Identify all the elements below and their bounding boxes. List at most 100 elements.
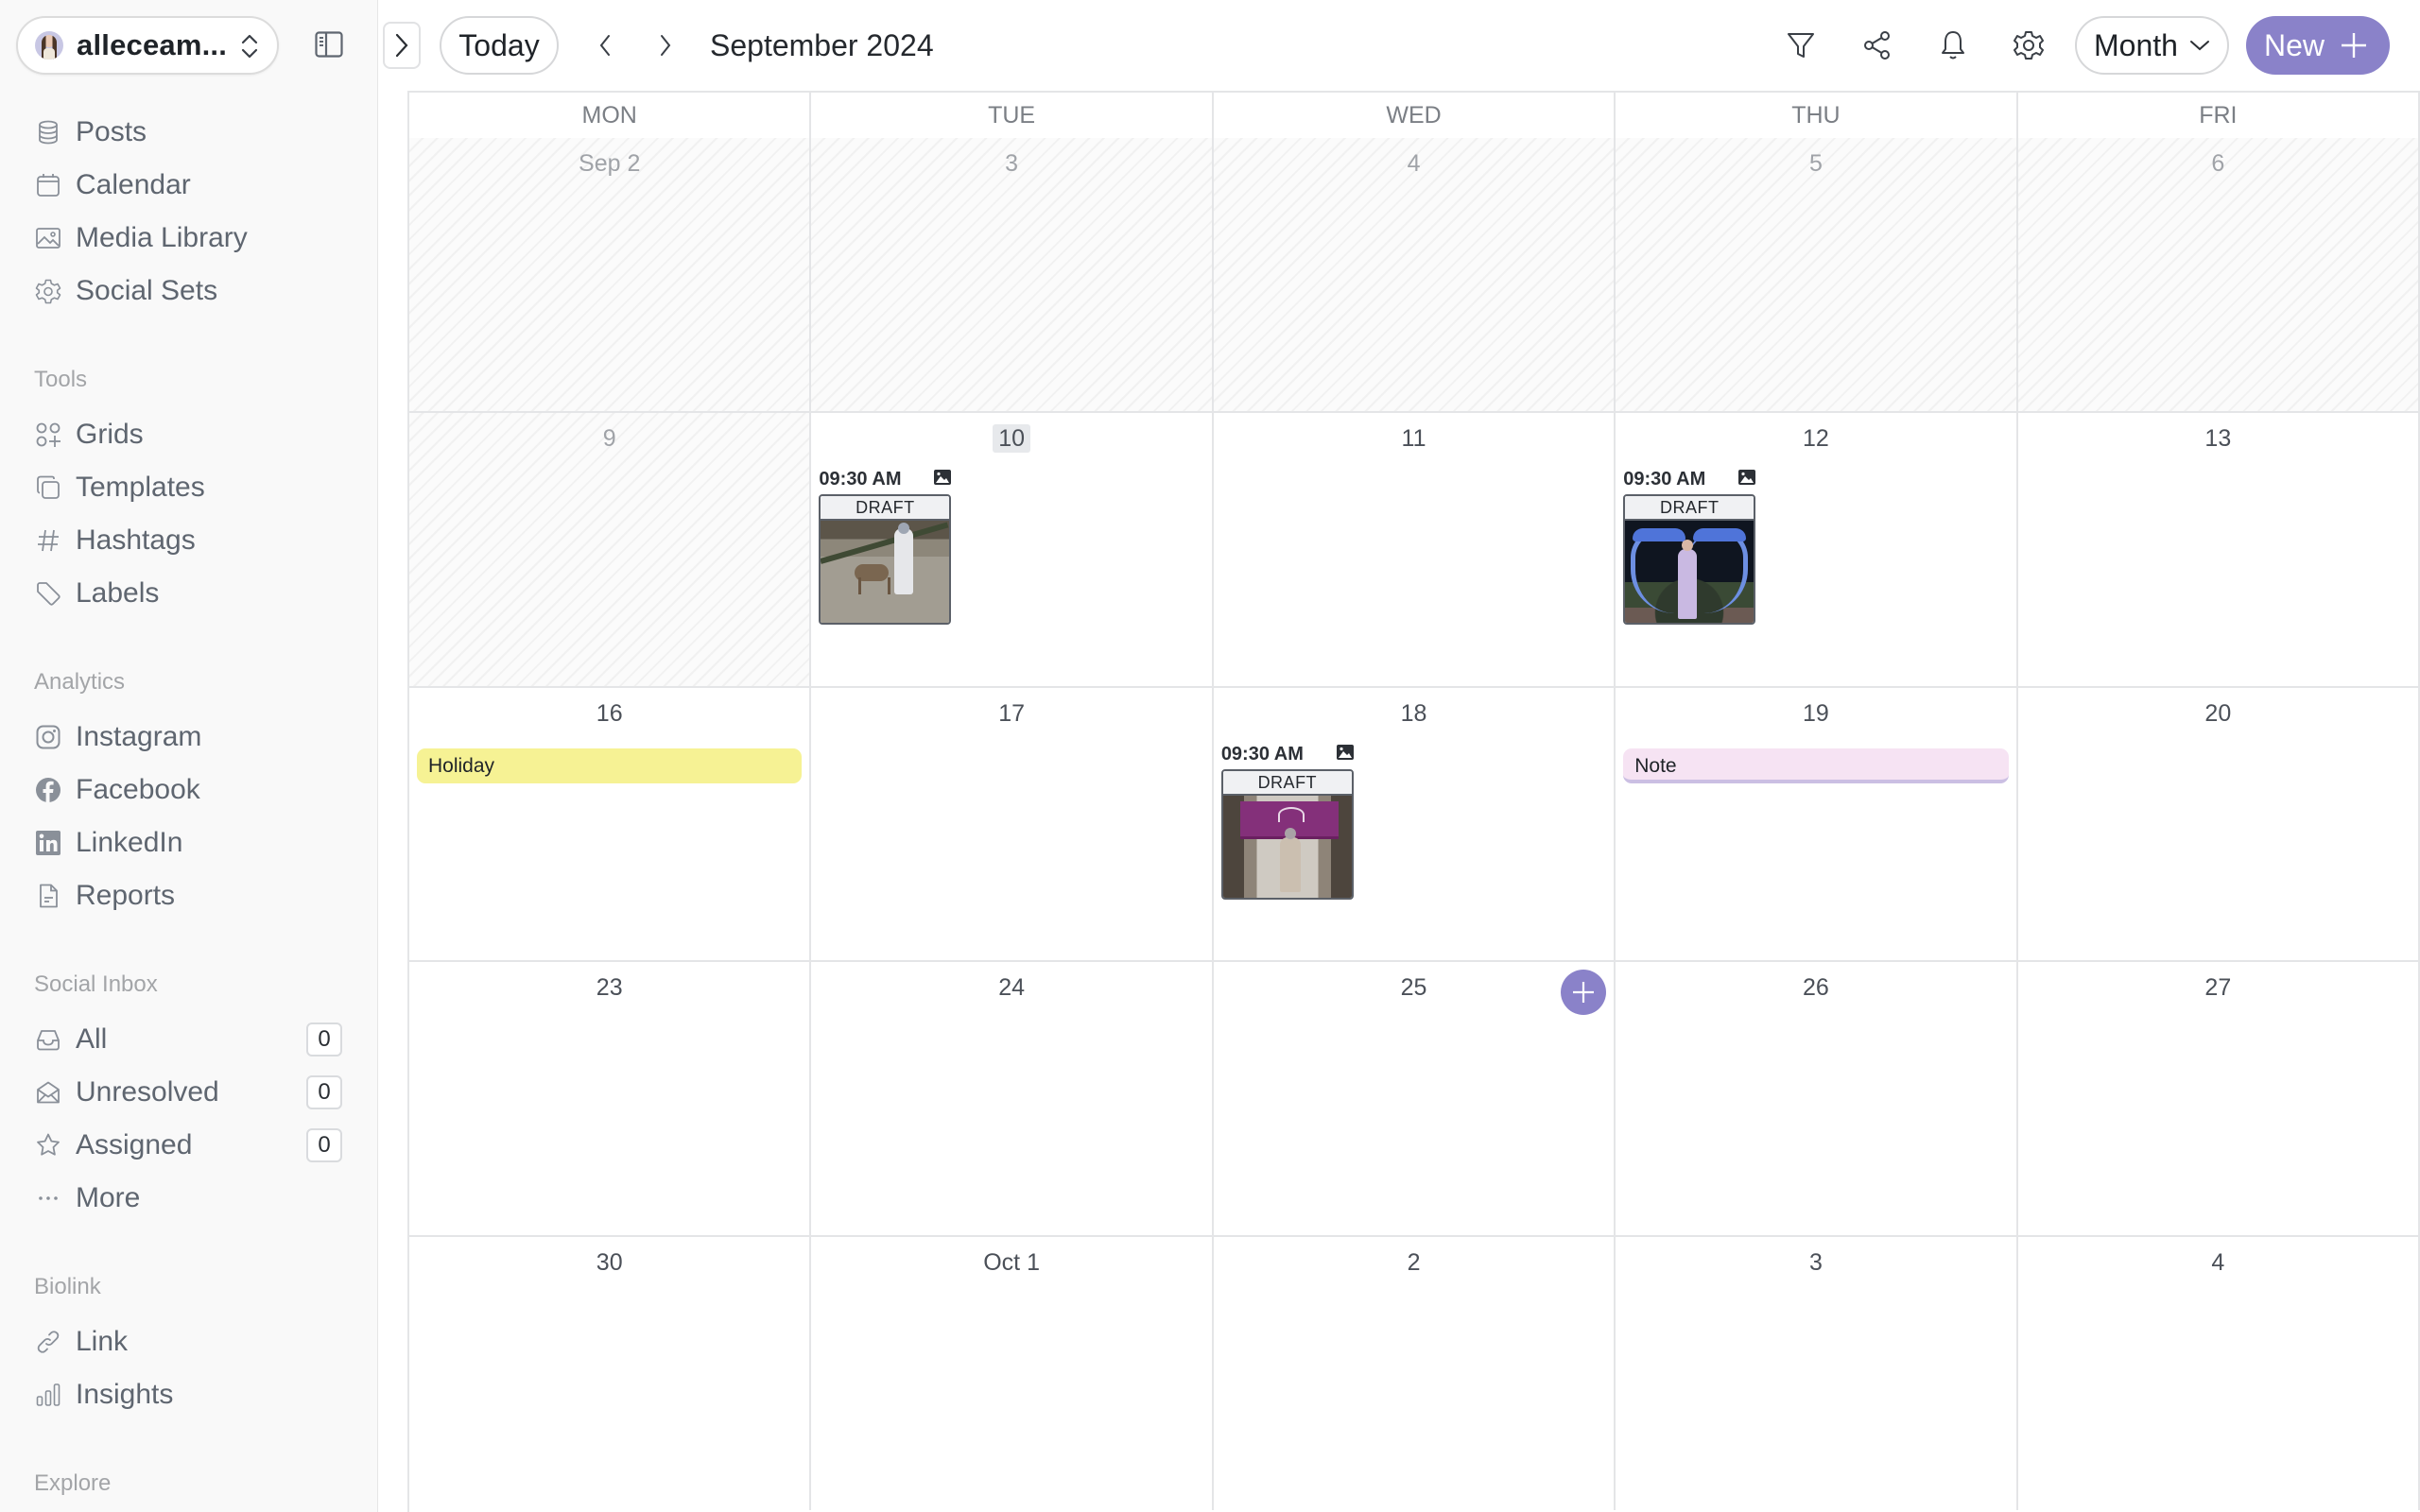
account-switcher[interactable]: alleceam... xyxy=(16,16,279,75)
draft-badge: DRAFT xyxy=(1222,771,1352,796)
count-badge: 0 xyxy=(306,1022,342,1057)
weekday-mon: MON xyxy=(409,93,812,138)
sidebar-item-all[interactable]: All 0 xyxy=(34,1017,346,1062)
sidebar-item-linkedin[interactable]: LinkedIn xyxy=(34,820,346,866)
sidebar-item-label: Assigned xyxy=(76,1129,193,1160)
sidebar-item-assigned[interactable]: Assigned 0 xyxy=(34,1123,346,1168)
view-select[interactable]: Month xyxy=(2075,16,2229,75)
sidebar-item-social-sets[interactable]: Social Sets xyxy=(34,268,346,314)
sidebar-item-label: LinkedIn xyxy=(76,827,183,858)
sidebar-item-label: Facebook xyxy=(76,774,200,805)
calendar-day-cell[interactable]: Sep 2 xyxy=(409,138,812,411)
sidebar-item-templates[interactable]: Templates xyxy=(34,465,346,510)
filter-button[interactable] xyxy=(1780,25,1822,66)
calendar-day-cell[interactable]: 9 xyxy=(409,413,812,686)
chevron-right-icon xyxy=(395,33,408,58)
day-number: 25 xyxy=(1400,974,1427,1001)
hashtag-icon xyxy=(34,526,62,555)
post-thumbnail xyxy=(1625,521,1754,623)
sidebar-item-posts[interactable]: Posts xyxy=(34,110,346,155)
calendar-day-cell[interactable]: 3 xyxy=(1616,1237,2018,1510)
sidebar-item-calendar[interactable]: Calendar xyxy=(34,163,346,208)
sidebar-item-instagram[interactable]: Instagram xyxy=(34,714,346,760)
calendar-week: 9 10 09:30 AM DRAFT 11 12 09:30 AM DRAFT 1… xyxy=(409,411,2420,686)
sidebar-item-insights[interactable]: Insights xyxy=(34,1372,346,1418)
sidebar-item-label: Link xyxy=(76,1326,129,1357)
sidebar-item-media-library[interactable]: Media Library xyxy=(34,215,346,261)
day-number: 11 xyxy=(1401,425,1426,452)
count-badge: 0 xyxy=(306,1128,342,1162)
add-post-button[interactable] xyxy=(1561,970,1607,1015)
next-month-button[interactable] xyxy=(645,25,686,66)
calendar-day-cell[interactable]: 6 xyxy=(2017,138,2420,411)
day-number: 2 xyxy=(1407,1249,1421,1276)
plus-icon xyxy=(1573,982,1595,1003)
tag-icon xyxy=(34,579,62,608)
draft-badge: DRAFT xyxy=(821,496,950,521)
chevron-right-icon xyxy=(661,35,671,56)
sidebar-item-more[interactable]: More xyxy=(34,1176,346,1221)
expand-sidebar-button[interactable] xyxy=(383,22,421,69)
sidebar-item-label: Instagram xyxy=(76,721,202,752)
notifications-button[interactable] xyxy=(1932,25,1974,66)
calendar-day-cell[interactable]: 4 xyxy=(2018,1237,2420,1510)
sidebar-item-label: Media Library xyxy=(76,222,248,253)
share-button[interactable] xyxy=(1857,25,1898,66)
sidebar-item-label: Templates xyxy=(76,472,205,503)
section-label-analytics: Analytics xyxy=(34,669,126,695)
sidebar-panel-icon[interactable] xyxy=(315,31,343,58)
sidebar-item-facebook[interactable]: Facebook xyxy=(34,767,346,813)
calendar-day-cell[interactable]: 23 xyxy=(409,962,812,1235)
new-post-button[interactable]: New xyxy=(2246,16,2390,75)
post-card[interactable]: 09:30 AM DRAFT xyxy=(1220,743,1356,900)
post-time: 09:30 AM xyxy=(1623,468,1706,490)
sidebar-item-unresolved[interactable]: Unresolved 0 xyxy=(34,1070,346,1115)
calendar-day-cell[interactable]: 3 xyxy=(811,138,1214,411)
event-note[interactable]: Note xyxy=(1623,748,2009,783)
draft-badge: DRAFT xyxy=(1625,496,1754,521)
calendar-day-cell[interactable]: 20 xyxy=(2018,688,2420,960)
sidebar-item-link[interactable]: Link xyxy=(34,1319,346,1365)
image-icon xyxy=(934,469,952,490)
link-icon xyxy=(34,1328,62,1356)
day-number: 13 xyxy=(2204,425,2232,452)
sidebar-item-hashtags[interactable]: Hashtags xyxy=(34,518,346,563)
calendar-day-cell[interactable]: 4 xyxy=(1213,138,1616,411)
settings-button[interactable] xyxy=(2008,25,2049,66)
sidebar-item-grids[interactable]: Grids xyxy=(34,412,346,457)
calendar-day-cell[interactable]: 18 09:30 AM DRAFT xyxy=(1214,688,1616,960)
sidebar-item-labels[interactable]: Labels xyxy=(34,571,346,616)
linkedin-icon xyxy=(34,829,62,857)
post-card[interactable]: 09:30 AM DRAFT xyxy=(819,468,953,625)
document-icon xyxy=(34,882,62,910)
event-holiday[interactable]: Holiday xyxy=(417,748,803,783)
calendar-day-cell[interactable]: 30 xyxy=(409,1237,812,1510)
view-select-value: Month xyxy=(2094,27,2178,62)
star-icon xyxy=(34,1131,62,1160)
calendar-day-cell[interactable]: 17 xyxy=(811,688,1214,960)
today-button[interactable]: Today xyxy=(440,16,559,75)
day-number: Sep 2 xyxy=(579,150,641,177)
day-number: 9 xyxy=(602,425,616,452)
calendar-day-cell[interactable]: 16 Holiday xyxy=(409,688,812,960)
calendar-day-cell[interactable]: 10 09:30 AM DRAFT xyxy=(811,413,1214,686)
calendar-day-cell[interactable]: 27 xyxy=(2018,962,2420,1235)
calendar-day-cell[interactable]: 5 xyxy=(1616,138,2018,411)
calendar-day-cell[interactable]: 12 09:30 AM DRAFT xyxy=(1616,413,2018,686)
calendar-day-cell[interactable]: 19 Note xyxy=(1616,688,2018,960)
post-card[interactable]: 09:30 AM DRAFT xyxy=(1623,468,1757,625)
calendar-day-cell[interactable]: 2 xyxy=(1214,1237,1616,1510)
section-label-explore: Explore xyxy=(34,1470,112,1496)
calendar-day-cell[interactable]: 25 xyxy=(1214,962,1616,1235)
calendar-icon xyxy=(34,171,62,199)
calendar-day-cell[interactable]: 11 xyxy=(1214,413,1616,686)
instagram-icon xyxy=(34,723,62,751)
weekday-tue: TUE xyxy=(811,93,1214,138)
calendar-day-cell[interactable]: Oct 1 xyxy=(811,1237,1214,1510)
calendar-day-cell[interactable]: 26 xyxy=(1616,962,2018,1235)
previous-month-button[interactable] xyxy=(584,25,626,66)
calendar-day-cell[interactable]: 13 xyxy=(2018,413,2420,686)
calendar-day-cell[interactable]: 24 xyxy=(811,962,1214,1235)
image-icon xyxy=(34,224,62,252)
sidebar-item-reports[interactable]: Reports xyxy=(34,873,346,919)
